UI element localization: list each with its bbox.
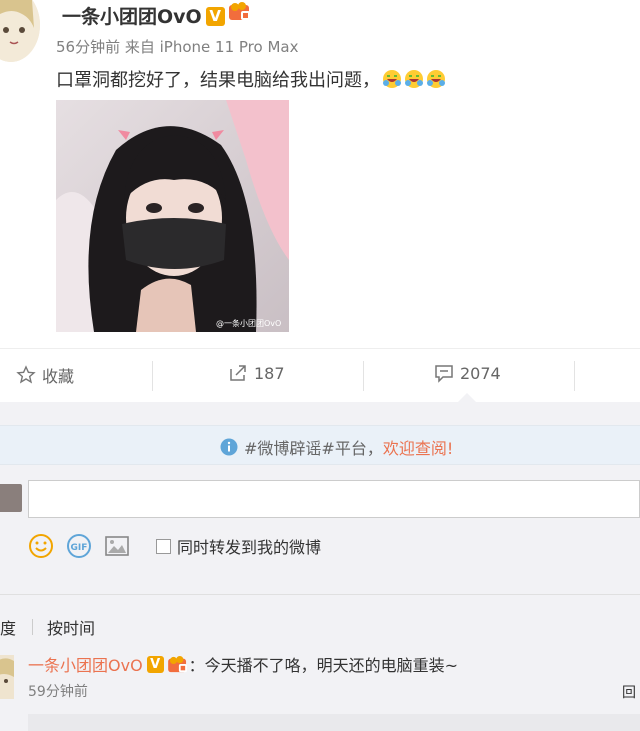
verified-badge-icon: V <box>205 7 225 26</box>
composer-toolbar: GIF 同时转发到我的微博 <box>28 532 321 560</box>
divider <box>0 594 640 595</box>
reply-button[interactable]: 回 <box>622 682 636 702</box>
sort-separator <box>32 619 34 635</box>
share-icon <box>230 365 246 381</box>
repost-checkbox[interactable] <box>156 538 171 554</box>
notice-link[interactable]: 欢迎查阅! <box>383 439 453 458</box>
sub-comment-box <box>28 714 640 731</box>
star-icon <box>16 365 36 384</box>
image-icon[interactable] <box>104 533 130 559</box>
notice-text: #微博辟谣#平台， <box>244 439 383 458</box>
verified-badge-icon: V <box>146 655 164 673</box>
comment-count: 2074 <box>460 363 501 383</box>
post-body: 口罩洞都挖好了，结果电脑给我出问题， <box>56 70 380 91</box>
post-meta: 56分钟前 来自 iPhone 11 Pro Max <box>56 36 298 57</box>
favorite-label: 收藏 <box>42 367 75 386</box>
sweat-smile-emoji-icon <box>405 70 423 88</box>
info-icon <box>220 438 238 456</box>
my-avatar <box>0 484 22 512</box>
comment-input[interactable] <box>28 480 640 518</box>
svg-text:GIF: GIF <box>71 543 88 553</box>
action-divider <box>574 361 575 391</box>
post-time[interactable]: 56分钟前 <box>56 38 120 56</box>
rumor-notice-bar: #微博辟谣#平台，欢迎查阅! <box>0 425 640 465</box>
member-level-icon <box>228 2 250 20</box>
favorite-button[interactable]: 收藏 <box>16 363 74 387</box>
post-author[interactable]: 一条小团团OvO V <box>62 2 252 29</box>
comment-icon <box>435 365 453 383</box>
gif-icon[interactable]: GIF <box>66 533 92 559</box>
member-level-icon <box>167 655 187 672</box>
post-photo[interactable]: @一条小团团OvO <box>56 100 289 332</box>
repost-option-label: 同时转发到我的微博 <box>177 538 322 557</box>
comment-text: ：今天播不了咯，明天还的电脑重装~ <box>188 656 459 675</box>
sweat-smile-emoji-icon <box>427 70 445 88</box>
action-bar: 收藏 187 2074 <box>0 348 640 403</box>
sort-by-time[interactable]: 按时间 <box>47 615 95 639</box>
comment-item: 一条小团团OvO V ：今天播不了咯，明天还的电脑重装~ <box>28 652 458 676</box>
emoji-icon[interactable] <box>28 533 54 559</box>
repost-count: 187 <box>254 363 285 383</box>
action-divider <box>152 361 153 391</box>
post-text: 口罩洞都挖好了，结果电脑给我出问题， <box>56 66 446 92</box>
action-divider <box>363 361 364 391</box>
author-name[interactable]: 一条小团团OvO <box>62 6 202 28</box>
comment-button[interactable]: 2074 <box>434 363 501 383</box>
comment-panel-caret <box>458 393 476 402</box>
comment-avatar[interactable] <box>0 655 14 699</box>
author-avatar[interactable] <box>0 0 40 62</box>
comment-time: 59分钟前 <box>28 684 88 700</box>
sweat-smile-emoji-icon <box>383 70 401 88</box>
post-source[interactable]: 来自 iPhone 11 Pro Max <box>125 38 299 56</box>
sort-hot[interactable]: 热度 <box>0 615 16 639</box>
comment-sort: 热度 按时间 <box>0 615 95 639</box>
photo-watermark: @一条小团团OvO <box>216 318 281 328</box>
comment-author[interactable]: 一条小团团OvO <box>28 652 143 676</box>
repost-button[interactable]: 187 <box>228 363 285 383</box>
